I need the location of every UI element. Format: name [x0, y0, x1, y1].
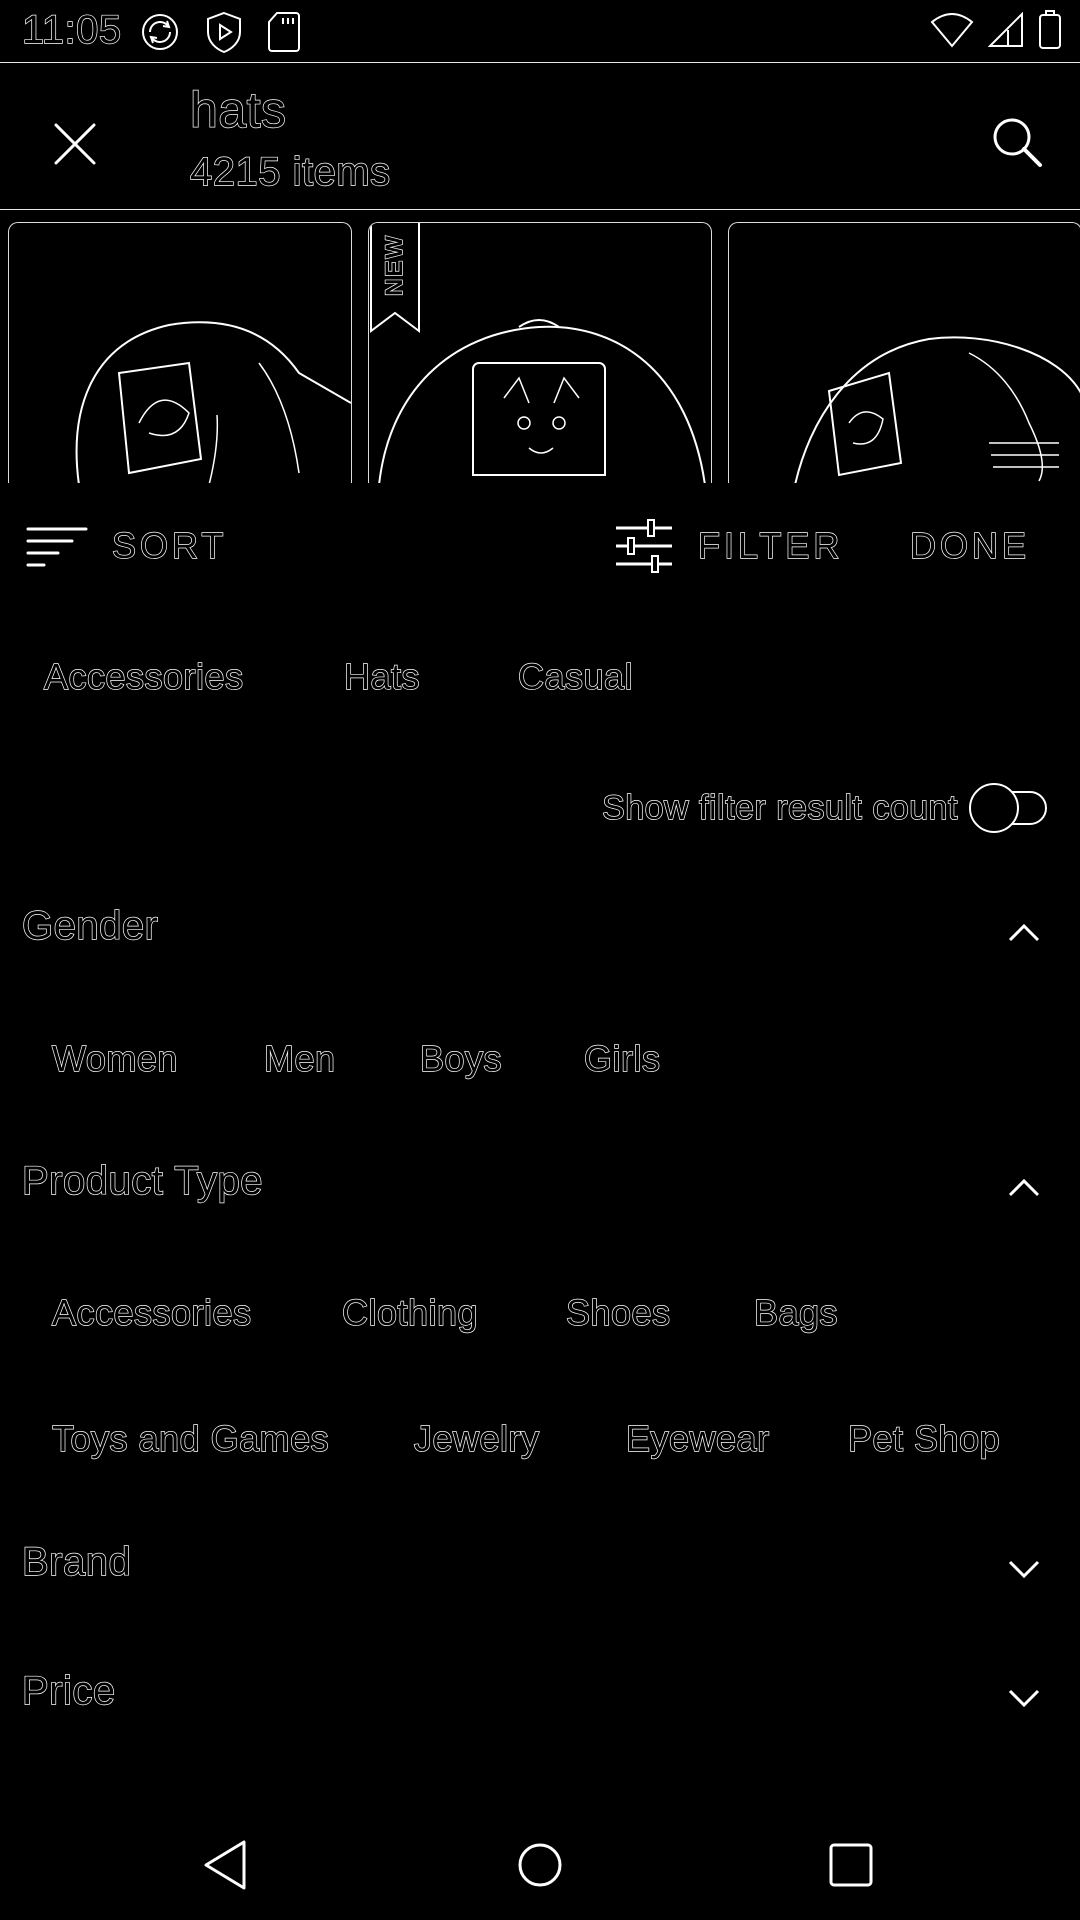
category-chip[interactable]: Casual — [508, 650, 643, 704]
sort-filter-bar: SORT FILTER DONE — [0, 500, 1080, 592]
filter-label: FILTER — [697, 524, 844, 566]
product-card[interactable]: NEW — [368, 222, 712, 483]
gender-option-women[interactable]: Women — [42, 1032, 188, 1086]
status-icons-left — [138, 10, 302, 54]
product-type-option[interactable]: Accessories — [42, 1286, 262, 1340]
gender-option-boys[interactable]: Boys — [410, 1032, 512, 1086]
filter-sliders-icon — [616, 519, 672, 573]
sort-label: SORT — [111, 524, 228, 566]
status-time: 11:05 — [21, 7, 122, 52]
sort-button[interactable]: SORT — [26, 514, 227, 578]
product-image — [75, 321, 351, 483]
product-card[interactable] — [8, 222, 352, 483]
back-nav-icon[interactable] — [190, 1830, 260, 1900]
gender-title: Gender — [21, 903, 159, 948]
product-image — [794, 336, 1080, 483]
gender-option-girls[interactable]: Girls — [574, 1032, 671, 1086]
chevron-up-icon — [1008, 1178, 1040, 1197]
chevron-down-icon — [1008, 1560, 1040, 1579]
status-icons-right — [930, 10, 1062, 50]
brand-title: Brand — [21, 1539, 132, 1584]
product-type-option[interactable]: Toys and Games — [42, 1412, 339, 1466]
new-badge-label: NEW — [380, 233, 408, 296]
status-bar: 11:05 — [0, 0, 1080, 63]
system-nav-bar — [0, 1810, 1080, 1920]
category-chip[interactable]: Accessories — [34, 650, 254, 704]
app-bar: hats 4215 items — [0, 63, 1080, 210]
close-icon — [54, 123, 96, 165]
product-type-section-header[interactable]: Product Type — [0, 1147, 1080, 1227]
product-type-option[interactable]: Pet Shop — [838, 1412, 1010, 1466]
product-type-title: Product Type — [21, 1158, 263, 1203]
chevron-down-icon — [1008, 1689, 1040, 1708]
home-nav-icon[interactable] — [505, 1830, 575, 1900]
recents-nav-icon[interactable] — [816, 1830, 886, 1900]
brand-section-header[interactable]: Brand — [0, 1528, 1080, 1608]
product-type-option[interactable]: Eyewear — [616, 1412, 780, 1466]
price-title: Price — [21, 1668, 116, 1713]
product-type-option[interactable]: Clothing — [332, 1286, 488, 1340]
product-type-option[interactable]: Shoes — [556, 1286, 681, 1340]
wifi-icon — [930, 13, 974, 48]
category-chip[interactable]: Hats — [334, 650, 430, 704]
search-query: hats — [189, 81, 287, 138]
chevron-up-icon — [1008, 923, 1040, 942]
filter-count-toggle-row: Show filter result count — [601, 780, 1052, 836]
results-count: 4215 items — [189, 149, 391, 194]
gender-section-header[interactable]: Gender — [0, 892, 1080, 972]
product-card[interactable] — [728, 222, 1080, 483]
product-type-option[interactable]: Bags — [744, 1286, 848, 1340]
product-strip[interactable]: NEW — [0, 220, 1080, 483]
filter-button[interactable]: FILTER — [612, 514, 843, 578]
price-section-header[interactable]: Price — [0, 1657, 1080, 1737]
done-button[interactable]: DONE — [909, 514, 1031, 578]
search-button[interactable] — [978, 103, 1058, 183]
gender-option-men[interactable]: Men — [254, 1032, 346, 1086]
new-badge: NEW — [369, 223, 421, 333]
filter-count-toggle[interactable] — [964, 780, 1052, 836]
signal-icon — [988, 12, 1023, 47]
play-shield-icon — [207, 11, 241, 54]
filter-count-label: Show filter result count — [601, 788, 958, 827]
product-type-option[interactable]: Jewelry — [404, 1412, 550, 1466]
search-icon — [993, 118, 1042, 167]
done-label: DONE — [909, 524, 1031, 566]
sort-icon — [26, 527, 88, 567]
close-button[interactable] — [40, 109, 110, 179]
sync-icon — [142, 14, 178, 50]
sd-card-icon — [268, 12, 300, 52]
battery-icon — [1039, 10, 1061, 49]
